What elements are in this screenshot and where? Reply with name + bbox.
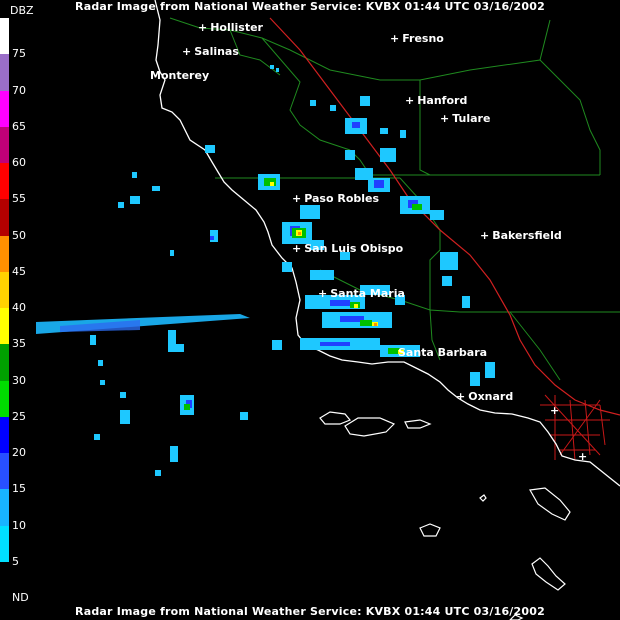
legend-label: ND: [12, 591, 29, 604]
city-label: + Bakersfield: [480, 230, 562, 241]
city-label: + Hollister: [198, 22, 263, 33]
legend-swatch: [0, 126, 9, 163]
city-marker-icon: +: [292, 242, 302, 255]
city-name: Bakersfield: [492, 229, 562, 242]
city-label: + Fresno: [390, 33, 444, 44]
legend-label: 15: [12, 482, 26, 496]
city-name: Hollister: [210, 21, 263, 34]
city-marker-icon: +: [198, 21, 208, 34]
legend-swatch: [0, 163, 9, 200]
radar-map: + +: [0, 0, 620, 620]
city-name: Monterey: [150, 69, 210, 82]
city-label: + San Luis Obispo: [292, 243, 403, 254]
city-label: + Tulare: [440, 113, 490, 124]
legend-swatch: [0, 271, 9, 308]
city-marker-icon: +: [456, 390, 466, 403]
legend-swatch: [0, 90, 9, 127]
legend-swatch: [0, 54, 9, 91]
city-label: Monterey: [150, 70, 209, 81]
legend-swatch: [0, 18, 9, 55]
city-marker-icon: +: [480, 229, 490, 242]
city-name: Tulare: [452, 112, 491, 125]
legend-swatch: [0, 308, 9, 345]
legend-swatch: [0, 525, 9, 562]
legend-label: 55: [12, 192, 26, 206]
legend-label: 75: [12, 47, 26, 61]
legend-color-bar: [0, 18, 9, 598]
legend-label: 20: [12, 446, 26, 459]
legend-swatch: [0, 489, 9, 526]
legend-label: 25: [12, 409, 26, 423]
city-label: + Paso Robles: [292, 193, 379, 204]
legend-label: 45: [12, 264, 26, 278]
legend-label: 65: [12, 119, 26, 133]
legend-label: 5: [12, 554, 19, 568]
city-label: Santa Barbara: [398, 347, 487, 358]
city-name: Fresno: [402, 32, 444, 45]
city-label: + Santa Maria: [318, 288, 405, 299]
legend-label: 40: [12, 301, 26, 314]
svg-text:+: +: [578, 450, 587, 463]
radar-title-top: Radar Image from National Weather Servic…: [75, 0, 545, 13]
legend-label: 30: [12, 373, 26, 387]
legend-swatch: [0, 561, 9, 598]
city-name: Hanford: [417, 94, 468, 107]
city-marker-icon: +: [182, 45, 192, 58]
legend-swatch: [0, 380, 9, 417]
city-name: Salinas: [194, 45, 239, 58]
city-name: San Luis Obispo: [304, 242, 404, 255]
legend-label: 10: [12, 518, 26, 532]
city-marker-icon: +: [318, 287, 328, 300]
city-marker-icon: +: [405, 94, 415, 107]
city-name: Oxnard: [468, 390, 514, 403]
legend-label: 70: [12, 83, 26, 97]
legend-swatch: [0, 199, 9, 236]
svg-text:+: +: [550, 404, 559, 417]
legend-swatch: [0, 235, 9, 272]
city-label: + Hanford: [405, 95, 467, 106]
legend-swatch: [0, 344, 9, 381]
legend-swatch: [0, 416, 9, 453]
city-marker-icon: +: [390, 32, 400, 45]
legend-unit: DBZ: [10, 4, 34, 17]
city-marker-icon: +: [440, 112, 450, 125]
legend-label: 50: [12, 228, 26, 242]
city-label: + Salinas: [182, 46, 239, 57]
city-marker-icon: +: [292, 192, 302, 205]
city-name: Santa Barbara: [398, 346, 488, 359]
city-label: + Oxnard: [456, 391, 513, 402]
radar-title-bottom: Radar Image from National Weather Servic…: [75, 605, 545, 618]
legend-label: 60: [12, 156, 26, 169]
city-name: Paso Robles: [304, 192, 380, 205]
city-name: Santa Maria: [330, 287, 405, 300]
dbz-legend: DBZ 75 70 65 60 55 50 45 40 35 30 25 20 15 10 5 ND: [0, 0, 40, 620]
legend-label: 35: [12, 337, 26, 351]
legend-swatch: [0, 453, 9, 490]
